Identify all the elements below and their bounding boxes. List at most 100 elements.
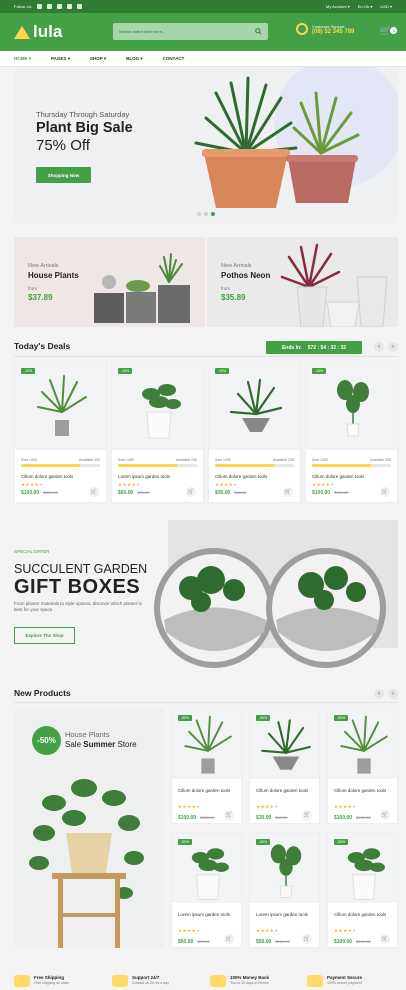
promo-banner-house-plants[interactable]: New Arrivals House Plants from $37.89 <box>14 237 205 327</box>
search-input[interactable]: Search entire store here... <box>113 23 268 40</box>
product-name[interactable]: Cillum dolore garden tools <box>178 788 238 794</box>
old-price: $70.00 <box>197 939 210 944</box>
add-to-cart-button[interactable]: 🛒 <box>224 934 234 944</box>
slider-dot[interactable] <box>197 212 201 216</box>
new-next-button[interactable]: › <box>388 689 398 699</box>
cart-icon: 🛒 <box>225 812 233 818</box>
product-image[interactable] <box>112 362 203 450</box>
stock-progress <box>312 464 391 467</box>
product-price: $50.00 $120.00 <box>256 939 290 945</box>
product-name[interactable]: Cillum dolore garden tools <box>21 474 73 479</box>
twitter-icon[interactable] <box>46 4 52 9</box>
nav-home[interactable]: HOME ▾ <box>14 56 31 62</box>
language-label: En-Gb <box>357 4 370 9</box>
deal-card[interactable]: -10% Sold 1400 Available 230 Cillum dolo… <box>208 361 301 503</box>
instagram-icon[interactable] <box>66 4 72 9</box>
slider-dot-active[interactable] <box>211 212 215 216</box>
old-price: $120.00 <box>356 815 371 820</box>
product-name[interactable]: Lorem ipsum garden tools <box>118 474 170 479</box>
deals-next-button[interactable]: › <box>388 342 398 352</box>
deal-card[interactable]: -10% Sold 1400 Available 230 Cillum dolo… <box>305 361 398 503</box>
nav-contact[interactable]: CONTACT <box>163 56 185 61</box>
sold-count: Sold 1400 <box>215 458 231 462</box>
product-card[interactable]: -50% Cillum dolore garden tools ★★★★★ $3… <box>249 708 320 824</box>
plant-image <box>180 713 237 781</box>
summer-sale-banner[interactable]: -50% House Plants Sale Summer Store <box>14 708 164 948</box>
add-to-cart-button[interactable]: 🛒 <box>224 810 234 820</box>
add-to-cart-button[interactable]: 🛒 <box>186 487 196 497</box>
rating-stars: ★★★★★ <box>118 482 141 487</box>
promo-banner-pothos-neon[interactable]: New Arrivals Pothos Neon from $35.89 <box>207 237 398 327</box>
product-name[interactable]: Cillum dolore garden tools <box>334 912 394 918</box>
cart-icon: 🛒 <box>225 936 233 942</box>
account-menu[interactable]: My Account ▾ <box>326 4 350 9</box>
new-prev-button[interactable]: ‹ <box>374 689 384 699</box>
nav-shop[interactable]: SHOP ▾ <box>90 56 106 62</box>
product-name[interactable]: Cillum dolore garden tools <box>334 788 394 794</box>
feature-title: Free Shipping <box>34 975 65 980</box>
logo[interactable]: lula <box>14 22 62 42</box>
hero-subtitle: Thursday Through Saturday <box>36 110 130 119</box>
hero-title: Plant Big Sale <box>36 120 133 136</box>
hero-shop-button[interactable]: Shopping Now <box>36 167 91 183</box>
rating-stars: ★★★★★ <box>312 482 335 487</box>
product-name[interactable]: Lorem ipsum garden tools <box>256 912 316 918</box>
slider-dot[interactable] <box>204 212 208 216</box>
special-offer-heading: GIFT BOXES <box>14 576 141 598</box>
product-name[interactable]: Cillum dolore garden tools <box>312 474 364 479</box>
nav-shop-label: SHOP <box>89 55 103 61</box>
promo-subtitle: New Arrivals <box>221 263 252 269</box>
add-to-cart-button[interactable]: 🛒 <box>380 487 390 497</box>
product-image[interactable] <box>209 362 300 450</box>
product-card[interactable]: -50% Lorem ipsum garden tools ★★★★★ $50.… <box>249 832 320 948</box>
search-placeholder: Search entire store here... <box>119 29 166 34</box>
social-links: Follow Us <box>14 4 82 9</box>
product-card[interactable]: -50% Cillum dolore garden tools ★★★★★ $1… <box>171 708 242 824</box>
add-to-cart-button[interactable]: 🛒 <box>302 810 312 820</box>
discount-badge: -10% <box>21 368 36 374</box>
deals-prev-button[interactable]: ‹ <box>374 342 384 352</box>
product-card[interactable]: -50% Cillum dolore garden tools ★★★★★ $1… <box>327 832 398 948</box>
product-card[interactable]: -50% Cillum dolore garden tools ★★★★★ $1… <box>327 708 398 824</box>
rating-stars: ★★★★★ <box>256 804 279 809</box>
rating-stars: ★★★★★ <box>334 928 357 933</box>
rating-stars: ★★★★★ <box>178 928 201 933</box>
product-name[interactable]: Cillum dolore garden tools <box>256 788 316 794</box>
search-icon[interactable] <box>255 28 262 35</box>
feature-subtitle: You've 30 days to Return <box>230 981 269 985</box>
add-to-cart-button[interactable]: 🛒 <box>89 487 99 497</box>
add-to-cart-button[interactable]: 🛒 <box>283 487 293 497</box>
add-to-cart-button[interactable]: 🛒 <box>380 810 390 820</box>
product-name[interactable]: Lorem ipsum garden tools <box>178 912 238 918</box>
product-image[interactable] <box>15 362 106 450</box>
deal-card[interactable]: -10% Sold 1400 Available 230 Cillum dolo… <box>14 361 107 503</box>
product-price: $50.00 $70.00 <box>178 939 210 945</box>
add-to-cart-button[interactable]: 🛒 <box>380 934 390 944</box>
add-to-cart-button[interactable]: 🛒 <box>302 934 312 944</box>
language-select[interactable]: En-Gb ▾ <box>358 4 373 9</box>
deal-card[interactable]: -10% Sold 1400 Available 230 Lorem ipsum… <box>111 361 204 503</box>
feature-item: Support 24/7 Contact us 24 hrs a day <box>112 975 169 987</box>
currency-select[interactable]: USD ▾ <box>380 4 392 9</box>
product-card[interactable]: -50% Lorem ipsum garden tools ★★★★★ $50.… <box>171 832 242 948</box>
discount-badge: -10% <box>215 368 230 374</box>
feature-item: Payment Secure 100% secure payment <box>307 975 362 987</box>
customer-support[interactable]: Customer Support (08) 52 345 789 <box>296 23 354 35</box>
youtube-icon[interactable] <box>76 4 82 9</box>
promo-from: from <box>28 286 37 291</box>
explore-shop-button[interactable]: Explore The Shop <box>14 627 75 644</box>
old-price: $60.00 <box>234 490 247 495</box>
google-plus-icon[interactable] <box>56 4 62 9</box>
nav-pages[interactable]: PAGES ▾ <box>51 56 70 62</box>
product-price: $100.00 $120.00 <box>312 490 349 496</box>
nav-blog[interactable]: BLOG ▾ <box>126 56 143 62</box>
product-image[interactable] <box>306 362 397 450</box>
rating-stars: ★★★★★ <box>215 482 238 487</box>
old-price: $60.00 <box>275 815 288 820</box>
cart-button[interactable]: 🛒 0 <box>379 26 398 37</box>
plant-image <box>336 837 393 905</box>
promo-subtitle: New Arrivals <box>28 263 59 269</box>
countdown-value: 572 : 54 : 32 : 32 <box>307 344 347 351</box>
product-name[interactable]: Cillum dolore garden tools <box>215 474 267 479</box>
facebook-icon[interactable] <box>36 4 42 9</box>
